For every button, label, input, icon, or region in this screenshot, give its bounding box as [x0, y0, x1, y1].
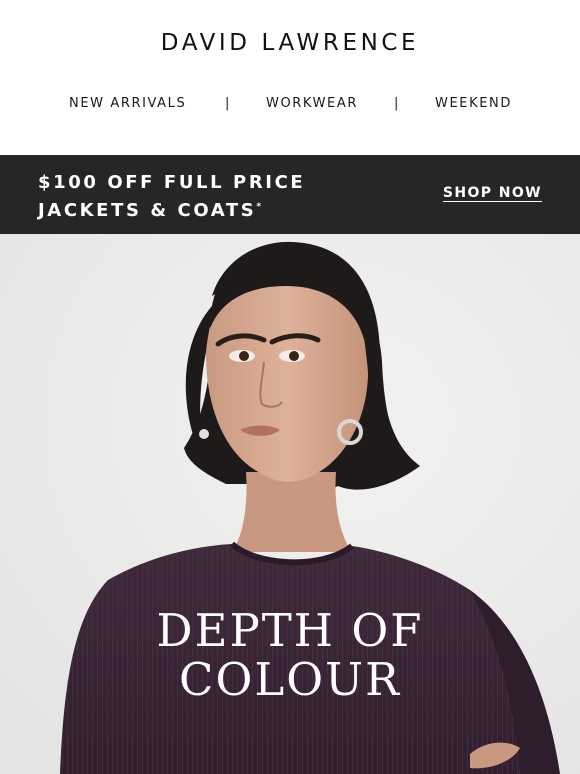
- promo-footnote-mark: *: [256, 202, 262, 212]
- hero-title: DEPTH OF COLOUR: [0, 606, 580, 704]
- promo-line-1: $100 OFF FULL PRICE: [38, 172, 306, 193]
- neck-shape: [232, 472, 352, 552]
- nav-separator: |: [394, 96, 400, 111]
- hero-banner[interactable]: DEPTH OF COLOUR: [0, 234, 580, 774]
- nav-item-new-arrivals[interactable]: NEW ARRIVALS: [69, 96, 186, 111]
- nav-item-weekend[interactable]: WEEKEND: [435, 96, 512, 111]
- promo-line-2-text: JACKETS & COATS: [38, 200, 257, 221]
- nav-item-workwear[interactable]: WORKWEAR: [266, 96, 358, 111]
- brand-logo[interactable]: DAVID LAWRENCE: [0, 30, 580, 56]
- nav-bar: NEW ARRIVALS | WORKWEAR | WEEKEND: [0, 96, 580, 114]
- shop-now-link[interactable]: SHOP NOW: [443, 185, 542, 201]
- hero-title-line-2: COLOUR: [179, 653, 401, 706]
- promo-banner[interactable]: $100 OFF FULL PRICE JACKETS & COATS* SHO…: [0, 155, 580, 234]
- hero-title-line-1: DEPTH OF: [156, 604, 424, 657]
- promo-line-2: JACKETS & COATS*: [38, 195, 305, 223]
- nav-separator: |: [225, 96, 231, 111]
- promo-headline: $100 OFF FULL PRICE JACKETS & COATS*: [38, 171, 305, 223]
- email-page: DAVID LAWRENCE NEW ARRIVALS | WORKWEAR |…: [0, 0, 580, 774]
